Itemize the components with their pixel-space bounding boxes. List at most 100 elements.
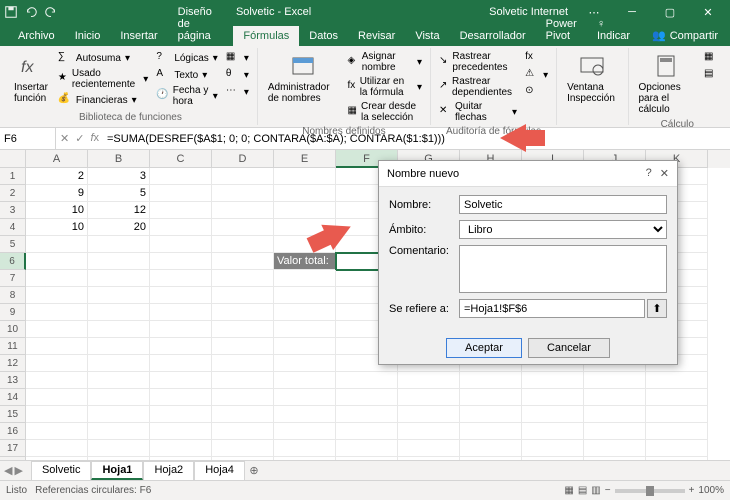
cell-A17[interactable] [26, 440, 88, 457]
cell-E14[interactable] [274, 389, 336, 406]
cell-D15[interactable] [212, 406, 274, 423]
cell-A4[interactable]: 10 [26, 219, 88, 236]
cell-J15[interactable] [584, 406, 646, 423]
cell-C4[interactable] [150, 219, 212, 236]
cell-C1[interactable] [150, 168, 212, 185]
define-name-button[interactable]: ◈Asignar nombre ▾ [346, 50, 424, 74]
row-header-7[interactable]: 7 [0, 270, 26, 287]
name-box[interactable]: F6 [0, 128, 56, 149]
calc-sheet-button[interactable]: ▤ [702, 67, 720, 83]
cell-D17[interactable] [212, 440, 274, 457]
zoom-out-icon[interactable]: − [605, 485, 611, 496]
cell-B12[interactable] [88, 355, 150, 372]
cell-C16[interactable] [150, 423, 212, 440]
cell-C8[interactable] [150, 287, 212, 304]
dialog-cancel-button[interactable]: Cancelar [528, 338, 610, 358]
col-header-E[interactable]: E [274, 150, 336, 168]
cell-I15[interactable] [522, 406, 584, 423]
cell-D7[interactable] [212, 270, 274, 287]
cell-C3[interactable] [150, 202, 212, 219]
cell-K17[interactable] [646, 440, 708, 457]
cell-C17[interactable] [150, 440, 212, 457]
cell-I17[interactable] [522, 440, 584, 457]
sheet-tab-solvetic[interactable]: Solvetic [31, 461, 92, 480]
formula-input[interactable]: =SUMA(DESREF($A$1; 0; 0; CONTARA($A:$A);… [103, 133, 730, 145]
cell-B6[interactable] [88, 253, 150, 270]
cell-E2[interactable] [274, 185, 336, 202]
cell-A11[interactable] [26, 338, 88, 355]
trace-dependents-button[interactable]: ↗Rastrear dependientes [437, 75, 519, 99]
row-header-6[interactable]: 6 [0, 253, 26, 270]
cancel-formula-icon[interactable]: ✕ [60, 132, 69, 145]
remove-arrows-button[interactable]: ✕Quitar flechas ▾ [437, 100, 519, 124]
row-header-8[interactable]: 8 [0, 287, 26, 304]
cell-C2[interactable] [150, 185, 212, 202]
row-header-12[interactable]: 12 [0, 355, 26, 372]
cell-D8[interactable] [212, 287, 274, 304]
text-button[interactable]: ATexto ▾ [154, 67, 220, 83]
cell-B11[interactable] [88, 338, 150, 355]
cell-E3[interactable] [274, 202, 336, 219]
cell-E13[interactable] [274, 372, 336, 389]
share-button[interactable]: 👥 Compartir [640, 25, 730, 46]
cell-G13[interactable] [398, 372, 460, 389]
datetime-button[interactable]: 🕐Fecha y hora ▾ [154, 84, 220, 108]
cell-A10[interactable] [26, 321, 88, 338]
cell-C14[interactable] [150, 389, 212, 406]
cell-D9[interactable] [212, 304, 274, 321]
cell-A14[interactable] [26, 389, 88, 406]
cell-K18[interactable] [646, 457, 708, 460]
cell-C10[interactable] [150, 321, 212, 338]
col-header-D[interactable]: D [212, 150, 274, 168]
row-header-10[interactable]: 10 [0, 321, 26, 338]
cell-J13[interactable] [584, 372, 646, 389]
cell-I14[interactable] [522, 389, 584, 406]
cell-K15[interactable] [646, 406, 708, 423]
cell-A6[interactable] [26, 253, 88, 270]
row-header-9[interactable]: 9 [0, 304, 26, 321]
cell-D11[interactable] [212, 338, 274, 355]
cell-D3[interactable] [212, 202, 274, 219]
cell-F15[interactable] [336, 406, 398, 423]
cell-G14[interactable] [398, 389, 460, 406]
row-header-14[interactable]: 14 [0, 389, 26, 406]
dialog-titlebar[interactable]: Nombre nuevo ? ✕ [379, 161, 677, 187]
view-break-icon[interactable]: ▥ [591, 485, 600, 496]
cell-A1[interactable]: 2 [26, 168, 88, 185]
cell-E18[interactable] [274, 457, 336, 460]
tab-diseno[interactable]: Diseño de página [168, 2, 234, 46]
cell-D2[interactable] [212, 185, 274, 202]
zoom-in-icon[interactable]: + [689, 485, 695, 496]
cell-J14[interactable] [584, 389, 646, 406]
cell-E6[interactable]: Valor total: [274, 253, 336, 270]
tab-vista[interactable]: Vista [405, 26, 449, 46]
cell-E7[interactable] [274, 270, 336, 287]
cell-B1[interactable]: 3 [88, 168, 150, 185]
cell-G15[interactable] [398, 406, 460, 423]
cell-D18[interactable] [212, 457, 274, 460]
cell-A13[interactable] [26, 372, 88, 389]
cell-I18[interactable] [522, 457, 584, 460]
row-header-16[interactable]: 16 [0, 423, 26, 440]
dialog-close-icon[interactable]: ✕ [660, 167, 669, 180]
cell-C13[interactable] [150, 372, 212, 389]
cell-B7[interactable] [88, 270, 150, 287]
cell-K16[interactable] [646, 423, 708, 440]
sheet-tab-hoja1[interactable]: Hoja1 [91, 461, 143, 480]
save-icon[interactable] [4, 5, 18, 19]
cell-D13[interactable] [212, 372, 274, 389]
redo-icon[interactable] [44, 5, 58, 19]
select-all-corner[interactable] [0, 150, 26, 168]
cell-B15[interactable] [88, 406, 150, 423]
cell-J17[interactable] [584, 440, 646, 457]
tab-revisar[interactable]: Revisar [348, 26, 405, 46]
collapse-dialog-icon[interactable]: ⬆ [647, 299, 667, 318]
cell-F14[interactable] [336, 389, 398, 406]
cell-E16[interactable] [274, 423, 336, 440]
cell-C11[interactable] [150, 338, 212, 355]
cell-H18[interactable] [460, 457, 522, 460]
input-refiere[interactable] [459, 299, 645, 318]
cell-B8[interactable] [88, 287, 150, 304]
accept-formula-icon[interactable]: ✓ [75, 132, 84, 145]
more-funcs-button[interactable]: ▦▾ [224, 50, 251, 66]
